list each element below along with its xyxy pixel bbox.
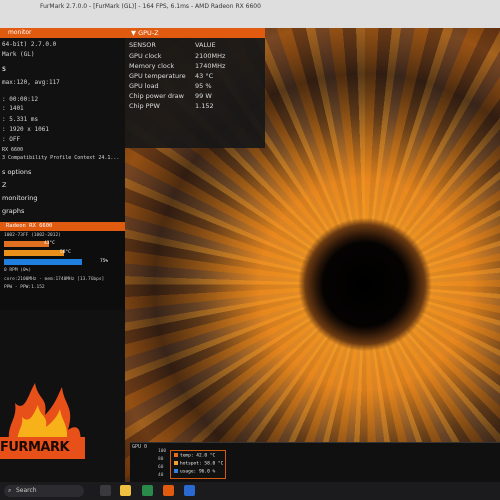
legend-swatch [174, 469, 178, 473]
section-z[interactable]: Z [2, 181, 6, 189]
legend-label: temp: 42.0 °C [180, 453, 216, 459]
axis-tick: 100 [158, 449, 167, 454]
hotspot-bar: 58°C [4, 250, 108, 256]
app-icon[interactable] [142, 485, 153, 496]
furmark-taskbar-icon[interactable] [163, 485, 174, 496]
legend-label: hotspot: 58.0 °C [180, 461, 224, 467]
graph-label: GPU 0 [132, 444, 148, 450]
search-label: Search [16, 487, 37, 494]
gpuz-sensor-name: Chip PPW [129, 102, 160, 110]
gpuz-sensor-name: GPU temperature [129, 72, 186, 80]
gpuz-sensor-value: 95 % [195, 82, 212, 90]
gpu-id-line: 1002-73FF (1002-2012) [4, 233, 61, 238]
gpuz-sensor-value: 2100MHz [195, 52, 226, 60]
graph-legend: temp: 42.0 °C hotspot: 58.0 °C usage: 96… [170, 450, 226, 479]
info-line: : OFF [2, 136, 21, 143]
legend-item-temp: temp: 42.0 °C [174, 453, 215, 459]
furmark-logo-text: FURMARK [0, 440, 70, 455]
gpu-header: Radeon RX 6600 [0, 222, 125, 231]
hotspot-bar-label: 58°C [60, 250, 71, 255]
gpuz-taskbar-icon[interactable] [184, 485, 195, 496]
gpuz-row: GPU temperature 43 °C [129, 72, 213, 80]
window-titlebar[interactable]: FurMark 2.7.0.0 - [FurMark (GL)] - 164 F… [0, 0, 500, 28]
gpuz-row: Chip PPW 1.152 [129, 102, 214, 110]
legend-item-usage: usage: 96.0 % [174, 469, 215, 475]
info-line: max:120, avg:117 [2, 79, 60, 86]
gpuz-header[interactable]: ▼ GPU-Z [125, 28, 265, 38]
info-line: : 1401 [2, 105, 24, 112]
usage-bar-label: 75% [100, 259, 109, 264]
info-line: S [2, 65, 6, 73]
gpuz-col-sensor: SENSOR [129, 41, 156, 49]
clock-line: core:2100MHz - mem:1740MHz [13.7Gbps] [4, 277, 105, 282]
furmark-logo [0, 383, 85, 483]
gpuz-row: GPU load 95 % [129, 82, 212, 90]
section-options[interactable]: s options [2, 168, 31, 176]
legend-item-hotspot: hotspot: 58.0 °C [174, 461, 223, 467]
search-icon: ⌕ [8, 487, 12, 494]
gpuz-sensor-value: 99 W [195, 92, 212, 100]
gpuz-sensor-name: GPU load [129, 82, 159, 90]
taskbar-search[interactable]: ⌕ Search [4, 485, 84, 497]
monitoring-graph: GPU 0 100 80 60 40 temp: 42.0 °C hotspot… [130, 442, 500, 483]
gpuz-sensor-name: Chip power draw [129, 92, 184, 100]
gpuz-row: Chip power draw 99 W [129, 92, 212, 100]
gpuz-col-value: VALUE [195, 41, 216, 49]
section-graphs[interactable]: graphs [2, 207, 24, 215]
gpuz-panel: ▼ GPU-Z SENSOR VALUE GPU clock 2100MHz Mem… [125, 28, 265, 148]
ppw-line: PPW - PPW:1.152 [4, 285, 45, 290]
section-monitoring[interactable]: monitoring [2, 194, 37, 202]
legend-swatch [174, 461, 178, 465]
info-line: 3 Compatibility Profile Context 24.1... [2, 155, 120, 161]
info-line: : 1920 x 1061 [2, 126, 49, 133]
screen: FurMark 2.7.0.0 - [FurMark (GL)] - 164 F… [0, 0, 500, 500]
gpuz-sensor-value: 43 °C [195, 72, 214, 80]
axis-tick: 60 [158, 465, 164, 470]
gpuz-sensor-value: 1740MHz [195, 62, 226, 70]
gpuz-row: GPU clock 2100MHz [129, 52, 225, 60]
axis-tick: 40 [158, 473, 164, 478]
info-line: Mark (GL) [2, 51, 35, 58]
info-line: : 5.331 ms [2, 116, 39, 123]
info-line: 64-bit) 2.7.0.0 [2, 41, 57, 48]
gpuz-sensor-name: GPU clock [129, 52, 162, 60]
monitor-header[interactable]: monitor [0, 28, 125, 38]
fan-line: 0 RPM (0%) [4, 268, 32, 273]
file-explorer-icon[interactable] [120, 485, 131, 496]
window-title: FurMark 2.7.0.0 - [FurMark (GL)] - 164 F… [40, 3, 261, 10]
gpuz-sensor-value: 1.152 [195, 102, 214, 110]
gpuz-sensor-name: Memory clock [129, 62, 175, 70]
usage-bar: 75% [4, 259, 108, 265]
gpuz-header-title: GPU-Z [138, 29, 159, 37]
task-view-icon[interactable] [100, 485, 111, 496]
gpuz-row: Memory clock 1740MHz [129, 62, 225, 70]
temp-bar-label: 43°C [44, 241, 55, 246]
legend-label: usage: 96.0 % [180, 469, 216, 475]
axis-tick: 80 [158, 457, 164, 462]
legend-swatch [174, 453, 178, 457]
temp-bar: 43°C [4, 241, 108, 247]
